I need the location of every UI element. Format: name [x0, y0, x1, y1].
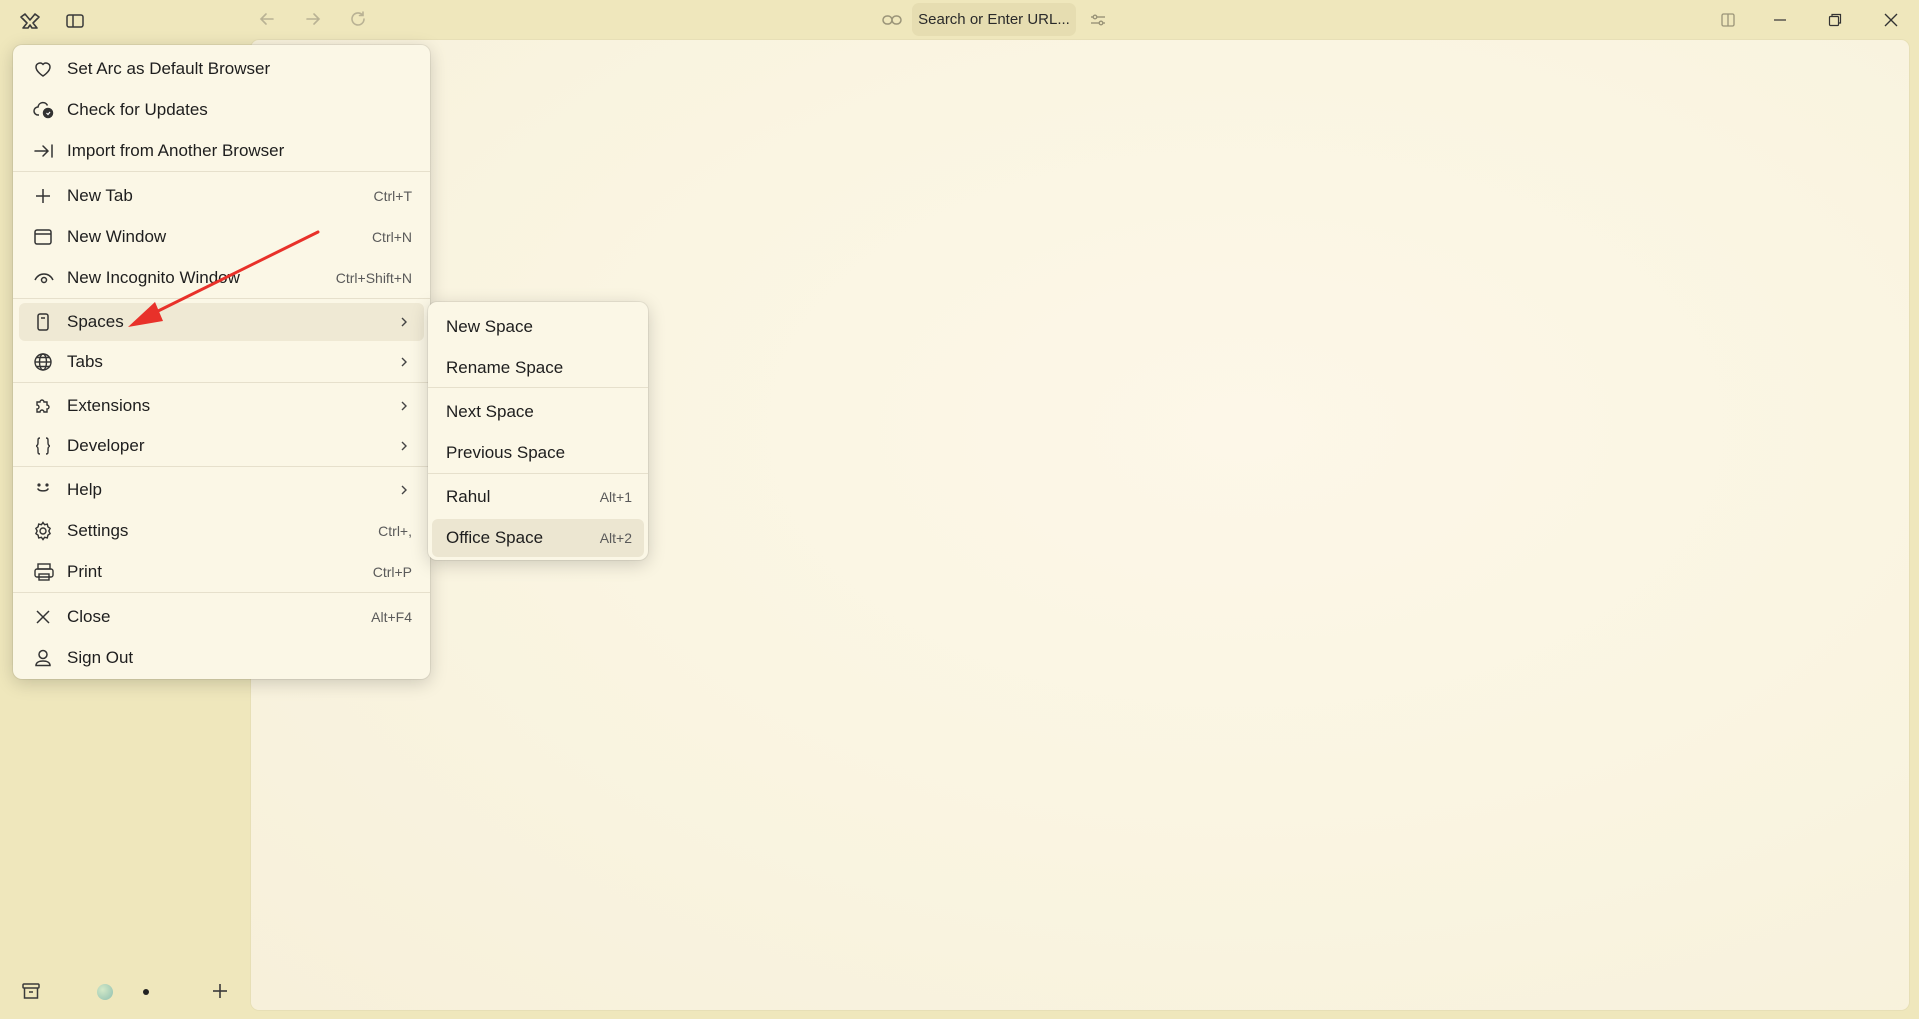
globe-icon: [33, 352, 53, 372]
gear-icon: [33, 521, 53, 541]
smile-icon: [33, 480, 53, 500]
new-space-plus-icon[interactable]: [207, 978, 233, 1004]
menu-separator: [428, 473, 648, 474]
submenu-item-previous-space[interactable]: Previous Space: [432, 434, 644, 472]
menu-item-extensions[interactable]: Extensions: [19, 387, 424, 425]
minimize-button[interactable]: [1765, 6, 1795, 34]
menu-item-set-default[interactable]: Set Arc as Default Browser: [19, 50, 424, 88]
arc-main-menu: Set Arc as Default Browser Check for Upd…: [13, 45, 430, 679]
submenu-item-next-space[interactable]: Next Space: [432, 393, 644, 431]
site-controls-icon[interactable]: [1085, 8, 1111, 32]
spaces-submenu: New Space Rename Space Next Space Previo…: [428, 302, 648, 560]
menu-item-tabs[interactable]: Tabs: [19, 343, 424, 381]
submenu-item-rename-space[interactable]: Rename Space: [432, 349, 644, 387]
arc-logo-icon[interactable]: [15, 6, 45, 36]
reload-button[interactable]: [343, 4, 373, 34]
menu-item-developer[interactable]: Developer: [19, 427, 424, 465]
cloud-update-icon: [33, 100, 54, 120]
menu-item-help[interactable]: Help: [19, 471, 424, 509]
space-dot-rahul-icon[interactable]: [94, 981, 116, 1003]
menu-item-spaces[interactable]: Spaces: [19, 303, 424, 341]
menu-item-new-window[interactable]: New Window Ctrl+N: [19, 218, 424, 256]
menu-separator: [13, 382, 430, 383]
submenu-item-space-office[interactable]: Office Space Alt+2: [432, 519, 644, 557]
menu-separator: [13, 298, 430, 299]
plus-icon: [33, 186, 53, 206]
heart-icon: [33, 59, 53, 79]
menu-item-close[interactable]: Close Alt+F4: [19, 598, 424, 636]
url-bar[interactable]: Search or Enter URL...: [912, 3, 1076, 36]
forward-button[interactable]: [298, 4, 328, 34]
chevron-right-icon: [398, 399, 410, 413]
menu-separator: [13, 592, 430, 593]
menu-item-new-tab[interactable]: New Tab Ctrl+T: [19, 177, 424, 215]
sidebar-toggle-icon[interactable]: [60, 6, 90, 36]
import-arrow-icon: [33, 141, 53, 161]
menu-item-settings[interactable]: Settings Ctrl+,: [19, 512, 424, 550]
chevron-right-icon: [398, 439, 410, 453]
submenu-item-new-space[interactable]: New Space: [432, 308, 644, 346]
chevron-right-icon: [398, 483, 410, 497]
printer-icon: [33, 562, 54, 582]
menu-item-new-incognito[interactable]: New Incognito Window Ctrl+Shift+N: [19, 259, 424, 297]
spaces-icon: [33, 312, 53, 332]
copy-link-icon[interactable]: [879, 8, 905, 32]
puzzle-icon: [33, 396, 53, 416]
menu-item-import[interactable]: Import from Another Browser: [19, 132, 424, 170]
close-icon: [33, 607, 53, 627]
chevron-right-icon: [398, 355, 410, 369]
menu-separator: [13, 466, 430, 467]
space-dot-office-icon[interactable]: [136, 981, 156, 1003]
back-button[interactable]: [252, 4, 282, 34]
split-view-icon[interactable]: [1715, 8, 1741, 32]
menu-item-print[interactable]: Print Ctrl+P: [19, 553, 424, 591]
close-window-button[interactable]: [1876, 6, 1906, 34]
braces-icon: [33, 436, 53, 456]
chevron-right-icon: [398, 315, 410, 329]
submenu-item-space-rahul[interactable]: Rahul Alt+1: [432, 478, 644, 516]
url-placeholder: Search or Enter URL...: [918, 11, 1070, 28]
window-icon: [33, 227, 53, 247]
menu-item-check-updates[interactable]: Check for Updates: [19, 91, 424, 129]
menu-separator: [13, 171, 430, 172]
menu-separator: [428, 387, 648, 388]
menu-item-sign-out[interactable]: Sign Out: [19, 639, 424, 677]
archive-icon[interactable]: [18, 978, 44, 1004]
user-icon: [33, 648, 53, 668]
incognito-eye-icon: [33, 268, 54, 288]
restore-button[interactable]: [1820, 6, 1850, 34]
